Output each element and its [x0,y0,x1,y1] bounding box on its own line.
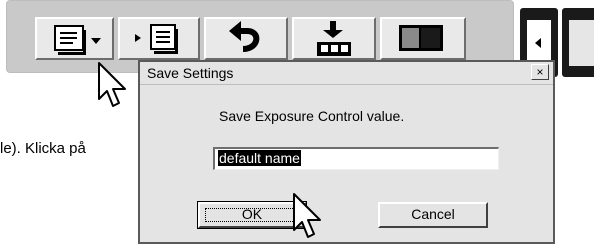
document-dropdown-button[interactable] [35,17,114,60]
play-document-button[interactable] [118,17,200,60]
import-arrow-icon [317,20,351,56]
close-button[interactable]: × [531,64,549,80]
mouse-cursor-icon [98,62,126,107]
scroll-left-icon[interactable] [531,35,545,51]
ok-label: OK [241,206,263,222]
split-view-icon [399,24,443,51]
film-frame-right [562,8,594,77]
dialog-message: Save Exposure Control value. [219,108,405,124]
mouse-cursor-icon [293,193,321,238]
split-view-button[interactable] [380,17,466,60]
save-settings-dialog: Save Settings × Save Exposure Control va… [138,60,555,244]
document-list-dropdown-icon [53,24,101,55]
play-document-icon [135,23,178,54]
dialog-titlebar[interactable]: Save Settings × [140,62,553,85]
cancel-button[interactable]: Cancel [378,202,488,228]
undo-arrow-icon [229,20,260,52]
undo-button[interactable] [204,17,288,60]
import-button[interactable] [292,17,376,60]
dialog-title: Save Settings [147,65,234,81]
settings-name-input[interactable]: default name [213,147,499,170]
input-selected-text: default name [218,150,301,166]
document-text: le). Klicka på [0,140,86,157]
ok-button[interactable]: OK [197,201,307,229]
cancel-label: Cancel [411,206,455,222]
